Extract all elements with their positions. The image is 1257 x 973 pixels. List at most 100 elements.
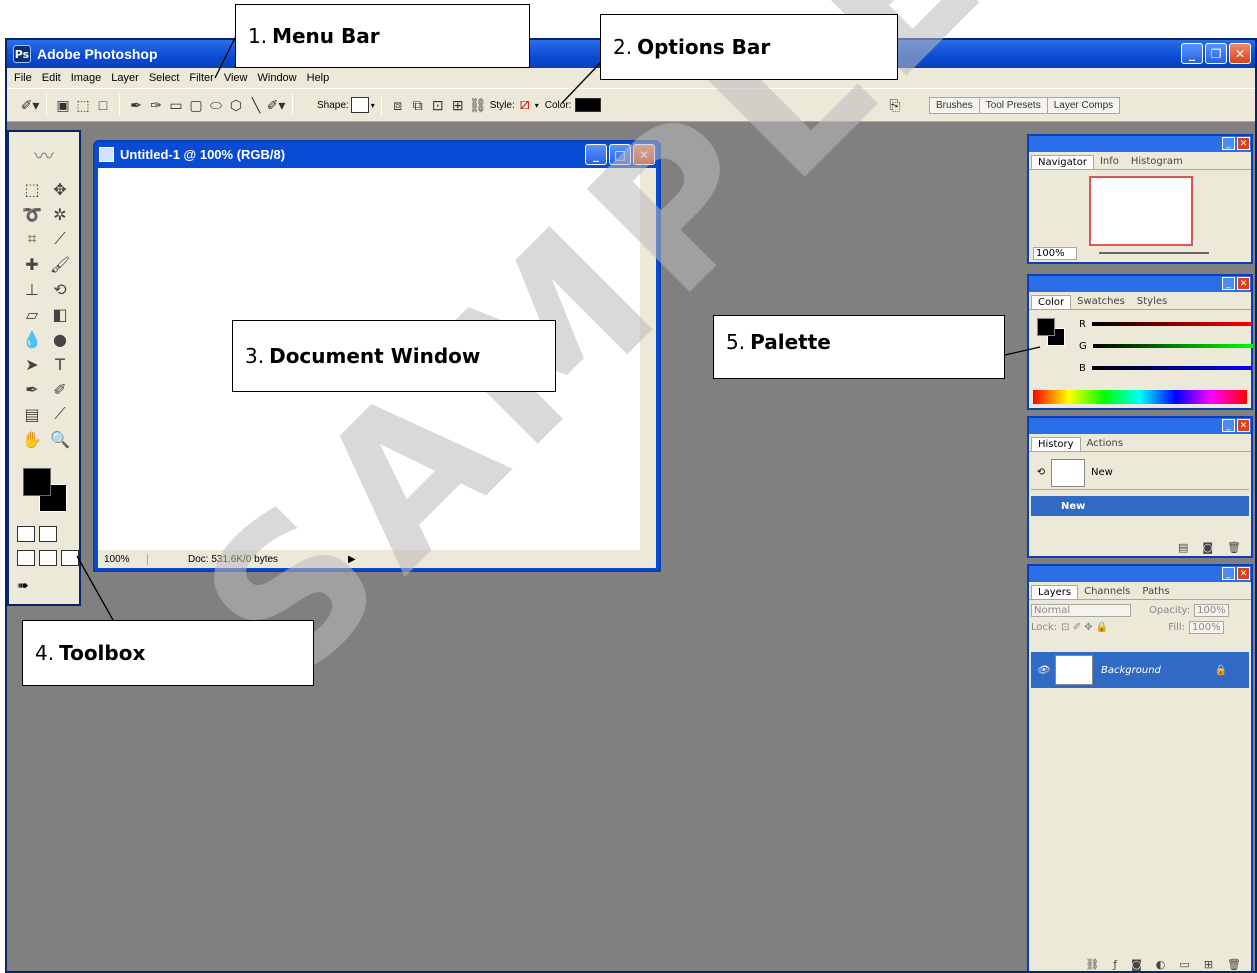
menu-file[interactable]: File: [9, 72, 37, 84]
jump-to-imageready-icon[interactable]: ➠: [17, 578, 35, 594]
tab-styles[interactable]: Styles: [1131, 295, 1173, 309]
eyedropper-tool-icon[interactable]: ⟋: [47, 403, 73, 425]
adjustment-layer-icon[interactable]: ◐: [1156, 958, 1166, 971]
tab-color[interactable]: Color: [1031, 295, 1072, 309]
layer-mask-icon[interactable]: ◙: [1131, 958, 1142, 971]
move-tool-icon[interactable]: ✥: [47, 178, 73, 200]
tab-history[interactable]: History: [1031, 437, 1081, 451]
brush-tool-icon[interactable]: 🖌: [47, 253, 73, 275]
color-swatch[interactable]: [575, 98, 602, 112]
restore-button[interactable]: ❐: [1205, 43, 1227, 64]
menu-select[interactable]: Select: [144, 72, 185, 84]
delete-layer-icon[interactable]: 🗑: [1227, 958, 1241, 971]
minimize-button[interactable]: _: [1181, 43, 1203, 64]
polygon-icon[interactable]: ⬡: [227, 96, 245, 114]
tab-layer-comps[interactable]: Layer Comps: [1046, 97, 1121, 114]
marquee-tool-icon[interactable]: ⬚: [19, 178, 45, 200]
pen-tool-icon[interactable]: ✒: [19, 378, 45, 400]
link-layers-icon[interactable]: ⛓: [1085, 958, 1099, 971]
blur-tool-icon[interactable]: 💧: [19, 328, 45, 350]
tab-actions[interactable]: Actions: [1081, 437, 1130, 451]
menu-help[interactable]: Help: [302, 72, 335, 84]
new-snapshot-icon[interactable]: ◙: [1202, 541, 1213, 554]
palette-close-button[interactable]: ✕: [1237, 277, 1250, 290]
gradient-tool-icon[interactable]: ◧: [47, 303, 73, 325]
history-snapshot[interactable]: ⟲ New: [1031, 456, 1249, 490]
history-brush-tool-icon[interactable]: ⟲: [47, 278, 73, 300]
dodge-tool-icon[interactable]: ●: [47, 328, 73, 350]
magic-wand-tool-icon[interactable]: ✲: [47, 203, 73, 225]
eraser-tool-icon[interactable]: ▱: [19, 303, 45, 325]
path-selection-tool-icon[interactable]: ➤: [19, 353, 45, 375]
tab-channels[interactable]: Channels: [1078, 585, 1136, 599]
palette-well-icon[interactable]: ⎘: [886, 96, 904, 114]
slice-tool-icon[interactable]: ⟋: [47, 228, 73, 250]
combine-icon[interactable]: ⧈: [389, 96, 407, 114]
layer-style-icon[interactable]: ƒ: [1113, 958, 1117, 971]
doc-close-button[interactable]: ✕: [633, 144, 655, 165]
palette-close-button[interactable]: ✕: [1237, 137, 1250, 150]
screen-mode-standard-icon[interactable]: [17, 550, 35, 566]
layer-row[interactable]: 👁 Background 🔒: [1031, 652, 1249, 688]
tab-paths[interactable]: Paths: [1136, 585, 1175, 599]
color-fg-swatch[interactable]: [1037, 318, 1055, 336]
blue-slider[interactable]: B0: [1079, 360, 1255, 376]
navigator-preview[interactable]: [1089, 176, 1193, 246]
screen-mode-full-icon[interactable]: [61, 550, 79, 566]
menu-filter[interactable]: Filter: [184, 72, 218, 84]
opacity-field[interactable]: 100%: [1194, 604, 1229, 617]
link-icon[interactable]: ⛓: [469, 96, 487, 114]
hand-tool-icon[interactable]: ✋: [19, 428, 45, 450]
type-tool-icon[interactable]: T: [47, 353, 73, 375]
new-layer-icon[interactable]: ⊞: [1204, 958, 1213, 971]
color-spectrum-ramp[interactable]: [1033, 390, 1247, 404]
paths-icon[interactable]: ⬚: [74, 96, 92, 114]
doc-maximize-button[interactable]: □: [609, 144, 631, 165]
navigator-zoom-slider[interactable]: [1099, 252, 1209, 254]
menu-window[interactable]: Window: [253, 72, 302, 84]
navigator-zoom[interactable]: 100%: [1033, 247, 1077, 260]
shape-picker[interactable]: [350, 97, 369, 113]
rectangle-icon[interactable]: ▭: [167, 96, 185, 114]
tab-layers[interactable]: Layers: [1031, 585, 1079, 599]
lasso-tool-icon[interactable]: ➰: [19, 203, 45, 225]
tab-info[interactable]: Info: [1094, 155, 1125, 169]
notes-tool-icon[interactable]: ▤: [19, 403, 45, 425]
style-none-icon[interactable]: ⧄: [516, 96, 534, 114]
palette-close-button[interactable]: ✕: [1237, 419, 1250, 432]
crop-tool-icon[interactable]: ⌗: [19, 228, 45, 250]
document-title-bar[interactable]: Untitled-1 @ 100% (RGB/8): [99, 142, 285, 166]
ellipse-icon[interactable]: ⬭: [207, 96, 225, 114]
subtract-icon[interactable]: ⧉: [409, 96, 427, 114]
rounded-rectangle-icon[interactable]: ▢: [187, 96, 205, 114]
shape-layers-icon[interactable]: ▣: [54, 96, 72, 114]
palette-minimize-button[interactable]: _: [1222, 419, 1235, 432]
tool-preset-picker-icon[interactable]: ✐▾: [21, 96, 40, 114]
lock-icons[interactable]: ⊡ ✐ ✥ 🔒: [1061, 622, 1108, 633]
custom-shape-tool-icon[interactable]: ✐: [47, 378, 73, 400]
screen-mode-menu-icon[interactable]: [39, 550, 57, 566]
exclude-icon[interactable]: ⊞: [449, 96, 467, 114]
doc-minimize-button[interactable]: _: [585, 144, 607, 165]
close-button[interactable]: ✕: [1229, 43, 1251, 64]
standard-mode-icon[interactable]: [17, 526, 35, 542]
history-brush-source-icon[interactable]: ⟲: [1031, 467, 1051, 478]
document-zoom[interactable]: 100%: [98, 553, 148, 565]
trash-icon[interactable]: 🗑: [1227, 541, 1241, 554]
menu-view[interactable]: View: [219, 72, 253, 84]
palette-minimize-button[interactable]: _: [1222, 277, 1235, 290]
green-slider[interactable]: G0: [1079, 338, 1255, 354]
custom-shape-icon[interactable]: ✐▾: [267, 96, 286, 114]
menu-image[interactable]: Image: [66, 72, 107, 84]
healing-brush-tool-icon[interactable]: ✚: [19, 253, 45, 275]
palette-close-button[interactable]: ✕: [1237, 567, 1250, 580]
quick-mask-mode-icon[interactable]: [39, 526, 57, 542]
new-group-icon[interactable]: ▭: [1179, 958, 1189, 971]
tab-histogram[interactable]: Histogram: [1125, 155, 1189, 169]
foreground-color-swatch[interactable]: [23, 468, 51, 496]
clone-stamp-tool-icon[interactable]: ⊥: [19, 278, 45, 300]
tab-tool-presets[interactable]: Tool Presets: [978, 97, 1048, 114]
line-icon[interactable]: ╲: [247, 96, 265, 114]
status-menu-arrow-icon[interactable]: ▶: [348, 554, 356, 565]
red-slider[interactable]: R0: [1079, 316, 1255, 332]
